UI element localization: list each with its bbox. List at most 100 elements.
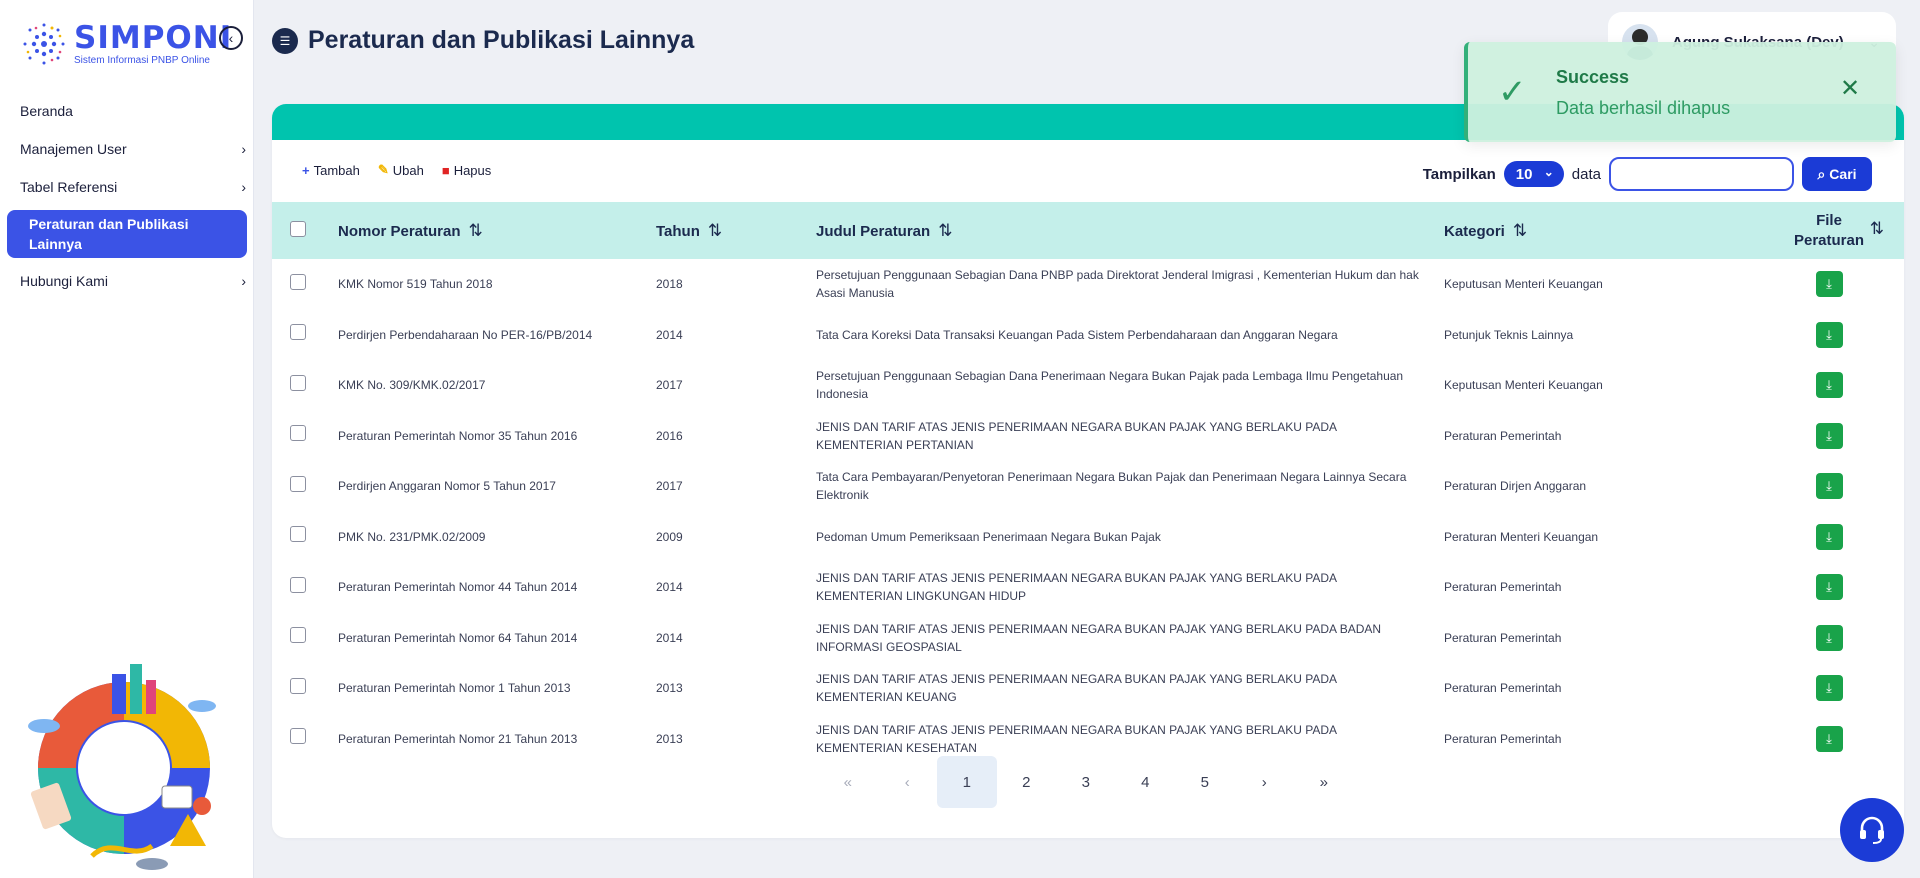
- row-checkbox[interactable]: [290, 425, 306, 442]
- sidebar-illustration: [28, 664, 216, 870]
- edit-icon: ✎: [377, 162, 389, 177]
- sidebar-item-label: Hubungi Kami: [20, 273, 108, 289]
- cell-tahun: 2009: [656, 529, 683, 544]
- row-checkbox[interactable]: [290, 374, 306, 391]
- chevron-right-icon: ›: [241, 273, 246, 289]
- sidebar-item-hubungi-kami[interactable]: Hubungi Kami ›: [0, 262, 254, 300]
- sort-icon[interactable]: ⇅: [1513, 221, 1527, 240]
- next-page-button[interactable]: ›: [1235, 756, 1295, 808]
- cell-kategori: Peraturan Pemerintah: [1444, 630, 1562, 645]
- page-size-select[interactable]: 10 ⌄: [1503, 161, 1564, 187]
- sort-icon[interactable]: ⇅: [708, 221, 722, 240]
- column-header-tahun[interactable]: Tahun ⇅: [656, 202, 816, 259]
- sidebar-item-label: Peraturan dan Publikasi Lainnya: [29, 216, 189, 252]
- table-row[interactable]: KMK Nomor 519 Tahun 2018 2018 Persetujuan …: [272, 259, 1904, 310]
- column-header-judul[interactable]: Judul Peraturan ⇅: [816, 202, 1444, 259]
- cell-nomor: Peraturan Pemerintah Nomor 35 Tahun 2016: [338, 428, 578, 443]
- cell-nomor: Peraturan Pemerintah Nomor 44 Tahun 2014: [338, 580, 578, 595]
- download-icon[interactable]: ⤓: [1815, 675, 1843, 702]
- sidebar-collapse-icon[interactable]: ‹: [219, 26, 243, 50]
- table-row[interactable]: Peraturan Pemerintah Nomor 35 Tahun 2016…: [272, 411, 1904, 462]
- app-logo[interactable]: SIMPONI Sistem Informasi PNBP Online: [18, 18, 232, 70]
- cell-file: ⤓: [1754, 512, 1904, 563]
- row-select-cell: [272, 562, 338, 613]
- sort-icon[interactable]: ⇅: [1870, 219, 1884, 239]
- row-checkbox[interactable]: [290, 273, 306, 290]
- last-page-button[interactable]: »: [1294, 756, 1354, 808]
- first-page-button[interactable]: «: [818, 756, 878, 808]
- cell-tahun: 2013: [656, 681, 683, 696]
- row-select-cell: [272, 411, 338, 462]
- prev-page-button[interactable]: ‹: [878, 756, 938, 808]
- row-checkbox[interactable]: [290, 728, 306, 745]
- sort-icon[interactable]: ⇅: [938, 221, 952, 240]
- data-label: data: [1571, 165, 1601, 183]
- cell-tahun: 2017: [656, 378, 683, 393]
- cell-nomor: PMK No. 231/PMK.02/2009: [338, 529, 486, 544]
- cell-file: ⤓: [1754, 259, 1904, 310]
- search-icon: ⌕: [1817, 165, 1826, 182]
- download-icon[interactable]: ⤓: [1815, 523, 1843, 550]
- sidebar-item-peraturan[interactable]: Peraturan dan Publikasi Lainnya: [7, 210, 247, 258]
- page-button-4[interactable]: 4: [1116, 756, 1176, 808]
- close-icon[interactable]: ✕: [1840, 74, 1860, 103]
- column-header-nomor[interactable]: Nomor Peraturan ⇅: [338, 202, 656, 259]
- row-select-cell: [272, 360, 338, 411]
- row-checkbox[interactable]: [290, 475, 306, 492]
- cell-judul: JENIS DAN TARIF ATAS JENIS PENERIMAAN NE…: [816, 419, 1337, 452]
- column-label: File Peraturan: [1794, 211, 1865, 249]
- cell-file: ⤓: [1754, 411, 1904, 462]
- sidebar-item-label: Beranda: [20, 103, 73, 119]
- page-button-2[interactable]: 2: [997, 756, 1057, 808]
- table-row[interactable]: Peraturan Pemerintah Nomor 44 Tahun 2014…: [272, 562, 1904, 613]
- cell-nomor: Perdirjen Perbendaharaan No PER-16/PB/20…: [338, 327, 593, 342]
- sidebar-item-tabel-referensi[interactable]: Tabel Referensi ›: [0, 168, 254, 206]
- row-checkbox[interactable]: [290, 627, 306, 644]
- table-row[interactable]: Peraturan Pemerintah Nomor 1 Tahun 2013 2…: [272, 663, 1904, 714]
- row-select-cell: [272, 663, 338, 714]
- select-all-checkbox[interactable]: [290, 220, 306, 237]
- page-button-5[interactable]: 5: [1175, 756, 1235, 808]
- download-icon[interactable]: ⤓: [1815, 624, 1843, 651]
- chevron-down-icon: ⌄: [1543, 165, 1554, 179]
- column-header-kategori[interactable]: Kategori ⇅: [1444, 202, 1754, 259]
- page-button-1[interactable]: 1: [937, 756, 997, 808]
- sidebar-item-label: Manajemen User: [20, 141, 127, 157]
- row-checkbox[interactable]: [290, 677, 306, 694]
- help-button[interactable]: [1840, 798, 1904, 862]
- download-icon[interactable]: ⤓: [1815, 321, 1843, 348]
- download-icon[interactable]: ⤓: [1815, 574, 1843, 601]
- search-button[interactable]: ⌕ Cari: [1802, 157, 1872, 191]
- download-icon[interactable]: ⤓: [1815, 473, 1843, 500]
- content-card: + Tambah ✎ Ubah ■ Hapus Tampilkan 10 ⌄ d…: [272, 104, 1904, 838]
- download-icon[interactable]: ⤓: [1815, 725, 1843, 752]
- column-label: Judul Peraturan: [816, 222, 931, 240]
- cell-tahun: 2018: [656, 277, 683, 292]
- add-button[interactable]: + Tambah: [302, 162, 360, 178]
- search-input[interactable]: [1609, 157, 1794, 191]
- table-row[interactable]: Peraturan Pemerintah Nomor 64 Tahun 2014…: [272, 613, 1904, 664]
- page-button-3[interactable]: 3: [1056, 756, 1116, 808]
- download-icon[interactable]: ⤓: [1815, 271, 1843, 298]
- download-icon[interactable]: ⤓: [1815, 422, 1843, 449]
- edit-button[interactable]: ✎ Ubah: [378, 162, 424, 178]
- delete-button[interactable]: ■ Hapus: [442, 162, 491, 178]
- row-checkbox[interactable]: [290, 526, 306, 543]
- download-icon[interactable]: ⤓: [1815, 372, 1843, 399]
- row-checkbox[interactable]: [290, 324, 306, 341]
- cell-judul: Persetujuan Penggunaan Sebagian Dana PNB…: [816, 268, 1419, 301]
- search-button-label: Cari: [1829, 166, 1857, 182]
- sidebar-item-manajemen-user[interactable]: Manajemen User ›: [0, 130, 254, 168]
- table-row[interactable]: Perdirjen Anggaran Nomor 5 Tahun 2017 201…: [272, 461, 1904, 512]
- list-icon: ☰: [272, 27, 298, 54]
- cell-file: ⤓: [1754, 663, 1904, 714]
- table-row[interactable]: Perdirjen Perbendaharaan No PER-16/PB/20…: [272, 310, 1904, 361]
- cell-kategori: Keputusan Menteri Keuangan: [1444, 378, 1603, 393]
- table-row[interactable]: KMK No. 309/KMK.02/2017 2017 Persetujuan P…: [272, 360, 1904, 411]
- row-checkbox[interactable]: [290, 576, 306, 593]
- column-header-file[interactable]: File Peraturan ⇅: [1754, 202, 1904, 259]
- sort-icon[interactable]: ⇅: [469, 221, 483, 240]
- sidebar-item-beranda[interactable]: Beranda: [0, 92, 254, 130]
- table-row[interactable]: PMK No. 231/PMK.02/2009 2009 Pedoman Umum …: [272, 512, 1904, 563]
- plus-icon: +: [302, 162, 310, 178]
